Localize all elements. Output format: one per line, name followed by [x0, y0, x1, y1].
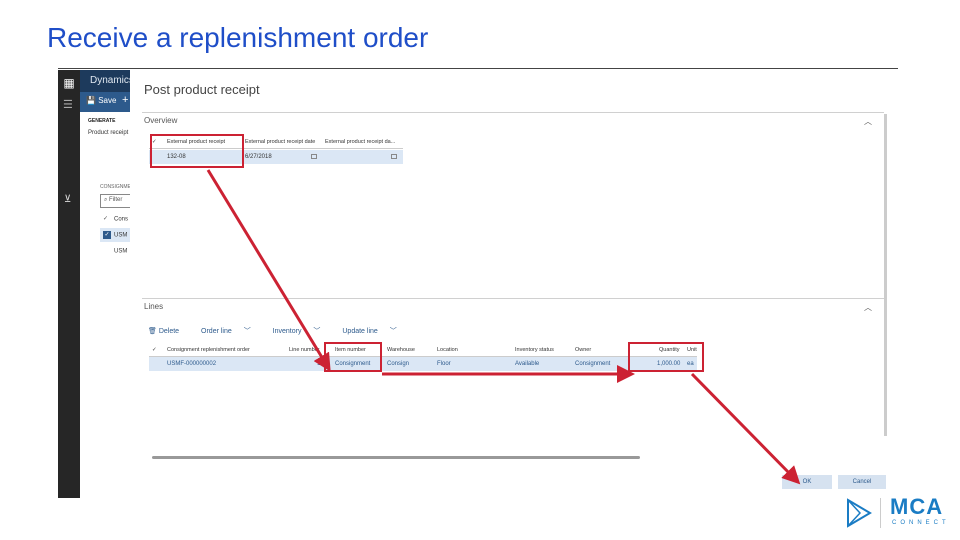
divider: [58, 68, 898, 69]
logo-divider: [880, 498, 881, 528]
arrow-quantity-to-ok: [690, 372, 801, 485]
mca-connect-logo: MCA CONNECT: [842, 494, 952, 532]
annotation-arrows: [206, 169, 801, 485]
arrow-receipt-to-item: [206, 169, 331, 372]
logo-subtitle: CONNECT: [892, 520, 950, 526]
app-screenshot: ▦ ☰ ⊻ Dynamics 💾 Save + GENERATE Product…: [58, 70, 896, 498]
play-logo-icon: [847, 498, 872, 528]
logo-name: MCA: [890, 494, 944, 519]
slide-title: Receive a replenishment order: [47, 22, 429, 53]
